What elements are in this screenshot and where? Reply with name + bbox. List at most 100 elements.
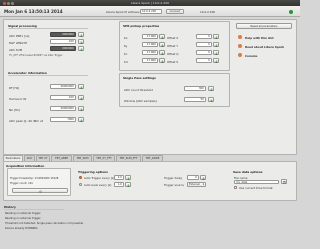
harmonic-set-button[interactable] (78, 95, 84, 100)
trigger-delay-input[interactable]: 0 (187, 175, 199, 180)
auto-trigger-input[interactable]: 2.0 (114, 175, 124, 180)
adc-threshold-set-button[interactable] (208, 86, 214, 91)
maf-length-set-button[interactable] (78, 39, 84, 44)
help-link[interactable]: Help with this GUI (245, 36, 274, 40)
window-title: Libera Spark | 10.0.2.200 (130, 1, 170, 5)
kx-input[interactable]: 17.000 (142, 34, 158, 39)
ky-input[interactable]: 17.000 (142, 42, 158, 47)
offset-q-label: Offset Q (167, 51, 179, 56)
harmonic-label: Harmonic Nr (9, 96, 27, 101)
history-line: Reading on external trigger (5, 212, 41, 215)
nc-set-button[interactable] (78, 106, 84, 111)
auto-trigger-label: Auto Trigger every [s] (84, 176, 115, 181)
divider (8, 28, 88, 29)
connected-address: 10.0.2.200 (200, 9, 216, 14)
download-icon (127, 184, 130, 187)
auto-level-set-button[interactable] (125, 182, 131, 187)
kc-input[interactable]: 17.000 (142, 50, 158, 55)
maf-length-input[interactable]: 100 (50, 39, 76, 44)
console-link[interactable]: Console (245, 54, 257, 58)
adc-threshold-label: ADC count threshold (124, 87, 153, 92)
download-icon (127, 177, 130, 180)
divider (4, 209, 64, 210)
download-icon (161, 60, 164, 63)
ip-address-label: Libera Spark IP address: (106, 9, 140, 14)
offset-x-label: Offset X (167, 35, 179, 40)
save-icon (283, 181, 287, 184)
kd-set-button[interactable] (159, 58, 165, 63)
offset-y-label: Offset Y (167, 43, 179, 48)
trigger-delay-set-button[interactable] (200, 175, 206, 180)
trigger-delay-label: Trigger delay (164, 176, 183, 181)
kc-label: Kc (124, 51, 128, 56)
auto-level-label: Auto level every [s] (84, 183, 112, 188)
trigger-source-select[interactable]: External (187, 182, 206, 187)
ky-label: Ky (124, 43, 128, 48)
auto-trigger-set-button[interactable] (125, 175, 131, 180)
offset-x-set-button[interactable] (213, 34, 219, 39)
adc-peak-input[interactable]: 7000 (50, 117, 76, 122)
adc-peak-set-button[interactable] (78, 117, 84, 122)
adc-sum-label: ADC SUM (9, 47, 23, 52)
window-samples-input[interactable]: 50 (184, 97, 206, 102)
reset-all-button[interactable]: Reset all parameters (236, 23, 292, 29)
nc-input[interactable]: 00000000 (50, 106, 76, 111)
info-icon (238, 44, 242, 48)
adc-threshold-input[interactable]: 300 (184, 86, 206, 91)
connection-status-led (289, 9, 293, 14)
kd-input[interactable]: 17.000 (142, 58, 158, 63)
offset-y-set-button[interactable] (213, 42, 219, 47)
adc-sum-value: 0000000 (50, 46, 76, 51)
download-icon (210, 99, 213, 102)
offset-q-input[interactable]: 0 (196, 50, 212, 55)
offset-q-set-button[interactable] (213, 50, 219, 55)
download-icon (161, 52, 164, 55)
file-name-label: File name (234, 175, 248, 180)
adc-pre-download-button[interactable] (78, 32, 84, 37)
timestamp-checkbox[interactable] (234, 186, 238, 190)
read-about-link[interactable]: Read about Libera Spark (245, 45, 284, 49)
download-icon (215, 44, 218, 47)
history-line: Device already RUNNING (5, 227, 38, 230)
kx-set-button[interactable] (159, 34, 165, 39)
harmonic-input[interactable]: 100 (50, 95, 76, 100)
offset-s-set-button[interactable] (213, 58, 219, 63)
adc-sum-set-button[interactable] (78, 46, 84, 51)
offset-x-input[interactable]: 0 (196, 34, 212, 39)
download-icon (80, 97, 83, 100)
rf-input[interactable]: 00000000 (50, 84, 76, 89)
download-icon (80, 41, 83, 44)
nc-label: NC [Hz] (9, 107, 20, 112)
download-icon (80, 86, 83, 89)
kd-label: Kd (124, 59, 128, 64)
kc-set-button[interactable] (159, 50, 165, 55)
timestamp-label: Use current time format (239, 186, 273, 191)
download-icon (80, 108, 83, 111)
window-samples-label: Window [ADC samples] (124, 98, 157, 103)
offset-s-input[interactable]: 0 (196, 58, 212, 63)
connect-button[interactable]: Connect (166, 9, 184, 14)
maf-length-label: MAF LENGTH (9, 40, 28, 45)
download-icon (161, 44, 164, 47)
ip-address-field[interactable]: 10.0.2.200 (140, 9, 162, 14)
help-icon (238, 35, 242, 39)
save-data-heading: Save data options (233, 170, 263, 174)
download-icon (80, 119, 83, 122)
rf-set-button[interactable] (78, 84, 84, 89)
window-samples-set-button[interactable] (208, 97, 214, 102)
trigger-count: Trigger count: 161 (10, 182, 33, 185)
download-icon (215, 60, 218, 63)
save-file-button[interactable] (281, 179, 287, 185)
file-name-input[interactable]: my_data (234, 179, 279, 184)
adc-pre-label: ADC PRE1 [ns] (9, 33, 30, 38)
auto-level-input[interactable]: 1.0 (114, 182, 124, 187)
acquire-button[interactable] (12, 188, 68, 193)
pickup-heading: SPR pickup properties (123, 24, 160, 28)
top-toolbar: Mon Jan 6 13:50:13 2014 Libera Spark IP … (0, 6, 300, 17)
offset-y-input[interactable]: 0 (196, 42, 212, 47)
console-icon (238, 53, 242, 57)
ky-set-button[interactable] (159, 42, 165, 47)
triggering-heading: Triggering options (78, 170, 108, 174)
download-icon (80, 34, 83, 37)
power-icon (39, 189, 42, 193)
